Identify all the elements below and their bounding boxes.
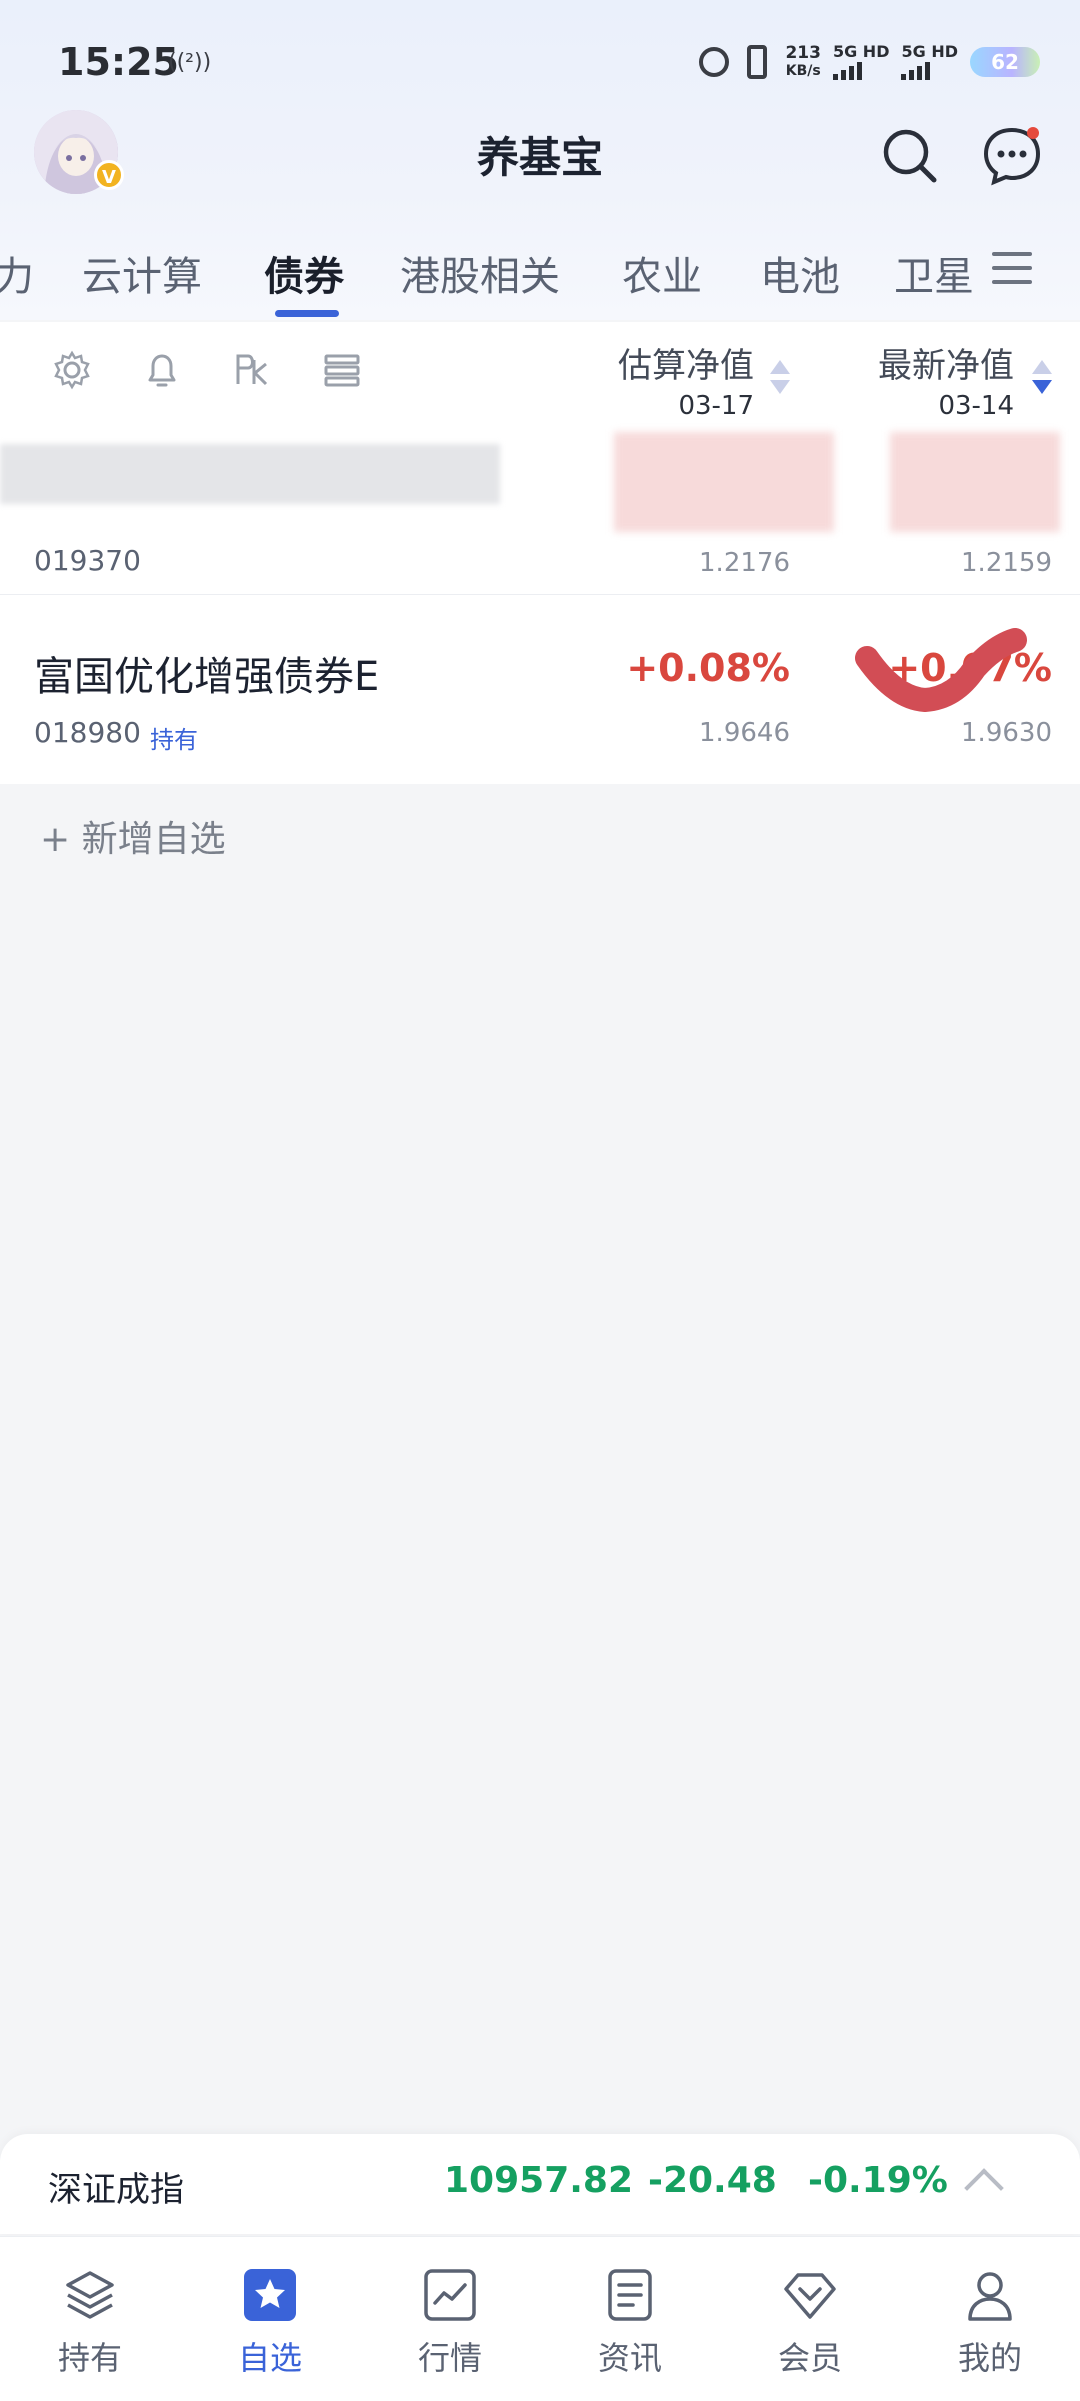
sort-arrows-icon[interactable]	[1032, 360, 1054, 394]
fund-est-nav: 1.9646	[699, 718, 790, 748]
nav-item-profile[interactable]: 我的	[900, 2237, 1080, 2401]
index-name: 深证成指	[48, 2170, 184, 2210]
tab-item[interactable]: 农业	[622, 244, 702, 302]
vibrate-icon	[747, 45, 768, 79]
index-change-pct: -0.19%	[808, 2160, 948, 2201]
redacted-value	[614, 432, 834, 532]
last-nav-date: 03-14	[938, 391, 1014, 421]
last-nav-label: 最新净值	[878, 346, 1014, 386]
signal-bars-icon	[832, 62, 890, 80]
tab-item[interactable]: 云计算	[82, 244, 202, 302]
holding-tag: 持有	[150, 726, 198, 754]
fund-row[interactable]: 富国优化增强债券E 018980 持有 +0.08% 1.9646 +0.07%…	[0, 610, 1080, 782]
nav-label: 我的	[957, 2339, 1022, 2377]
redacted-name	[0, 444, 500, 504]
signal-bars-icon	[901, 62, 958, 80]
star-icon	[244, 2269, 296, 2321]
nav-item-watchlist[interactable]: 自选	[180, 2237, 360, 2401]
watchlist-panel: 估算净值 03-17 最新净值 03-14 019370 1.2176 1.21…	[0, 322, 1080, 784]
est-nav-label: 估算净值	[618, 346, 754, 386]
bell-icon[interactable]	[142, 350, 182, 390]
nav-label: 持有	[57, 2339, 122, 2377]
category-tabs: 力 云计算 债券 港股相关 农业 电池 卫星	[0, 230, 1080, 320]
chevron-up-icon[interactable]	[964, 2168, 1004, 2208]
hotspot-icon: ((²))	[168, 50, 212, 75]
last-nav-header[interactable]: 最新净值 03-14	[878, 338, 1014, 421]
signal-1-label: 5G HD	[832, 42, 890, 61]
nav-item-holdings[interactable]: 持有	[0, 2237, 180, 2401]
est-nav-date: 03-17	[678, 391, 754, 421]
alarm-icon	[699, 47, 730, 77]
sort-arrows-icon[interactable]	[770, 360, 792, 394]
rank-icon[interactable]	[232, 350, 272, 390]
status-bar: 15:25 ((²)) 213 KB/s 5G HD 5G HD 62	[0, 30, 1080, 100]
tab-item[interactable]: 卫星	[894, 244, 974, 302]
status-time: 15:25	[58, 40, 179, 84]
settings-icon[interactable]	[52, 350, 92, 390]
tab-item[interactable]: 力	[0, 244, 34, 302]
nav-item-market[interactable]: 行情	[360, 2237, 540, 2401]
network-speed-value: 213	[785, 43, 821, 63]
fund-last-nav: 1.2159	[961, 548, 1052, 578]
nav-item-membership[interactable]: 会员	[720, 2237, 900, 2401]
index-ticker-bar[interactable]: 深证成指 10957.82 -20.48 -0.19%	[0, 2134, 1080, 2234]
chart-icon	[424, 2269, 476, 2321]
battery-icon: 62	[970, 47, 1040, 77]
nav-label: 会员	[777, 2339, 842, 2377]
scribble-mark	[855, 628, 1027, 713]
layers-icon	[66, 2271, 114, 2319]
tab-item[interactable]: 电池	[760, 244, 840, 302]
fund-last-nav: 1.9630	[961, 718, 1052, 748]
user-icon	[968, 2272, 1012, 2321]
redacted-value	[890, 432, 1060, 532]
fund-name: 富国优化增强债券E	[34, 654, 380, 700]
index-change: -20.48	[648, 2160, 777, 2201]
list-view-icon[interactable]	[322, 350, 362, 390]
nav-label: 自选	[237, 2339, 302, 2377]
index-value: 10957.82	[444, 2160, 634, 2201]
tab-indicator	[275, 310, 339, 317]
nav-label: 行情	[417, 2339, 482, 2377]
app-header: V 养基宝	[0, 110, 1080, 210]
fund-row[interactable]: 019370 1.2176 1.2159	[0, 422, 1080, 595]
nav-label: 资讯	[597, 2339, 662, 2377]
bottom-nav: 持有 自选 行情 资讯 会员 我的	[0, 2236, 1080, 2401]
fund-est-change: +0.08%	[626, 646, 790, 690]
fund-code: 019370	[34, 544, 141, 577]
document-icon	[608, 2269, 652, 2321]
nav-item-news[interactable]: 资讯	[540, 2237, 720, 2401]
signal-2: 5G HD	[901, 44, 958, 80]
network-speed: 213 KB/s	[785, 44, 821, 80]
signal-1: 5G HD	[832, 42, 890, 80]
tab-item[interactable]: 港股相关	[400, 244, 560, 302]
toolbar-row: 估算净值 03-17 最新净值 03-14	[0, 322, 1080, 422]
message-icon[interactable]	[980, 124, 1044, 188]
add-favorite-button[interactable]: + 新增自选	[40, 810, 226, 862]
fund-est-nav: 1.2176	[699, 548, 790, 578]
search-icon[interactable]	[880, 126, 940, 186]
tab-item-active[interactable]: 债券	[264, 244, 344, 302]
menu-icon[interactable]	[992, 252, 1032, 292]
diamond-icon	[784, 2273, 836, 2319]
network-speed-unit: KB/s	[785, 63, 821, 79]
fund-code: 018980	[34, 716, 141, 749]
signal-2-label: 5G HD	[901, 42, 958, 61]
est-nav-header[interactable]: 估算净值 03-17	[618, 338, 754, 421]
